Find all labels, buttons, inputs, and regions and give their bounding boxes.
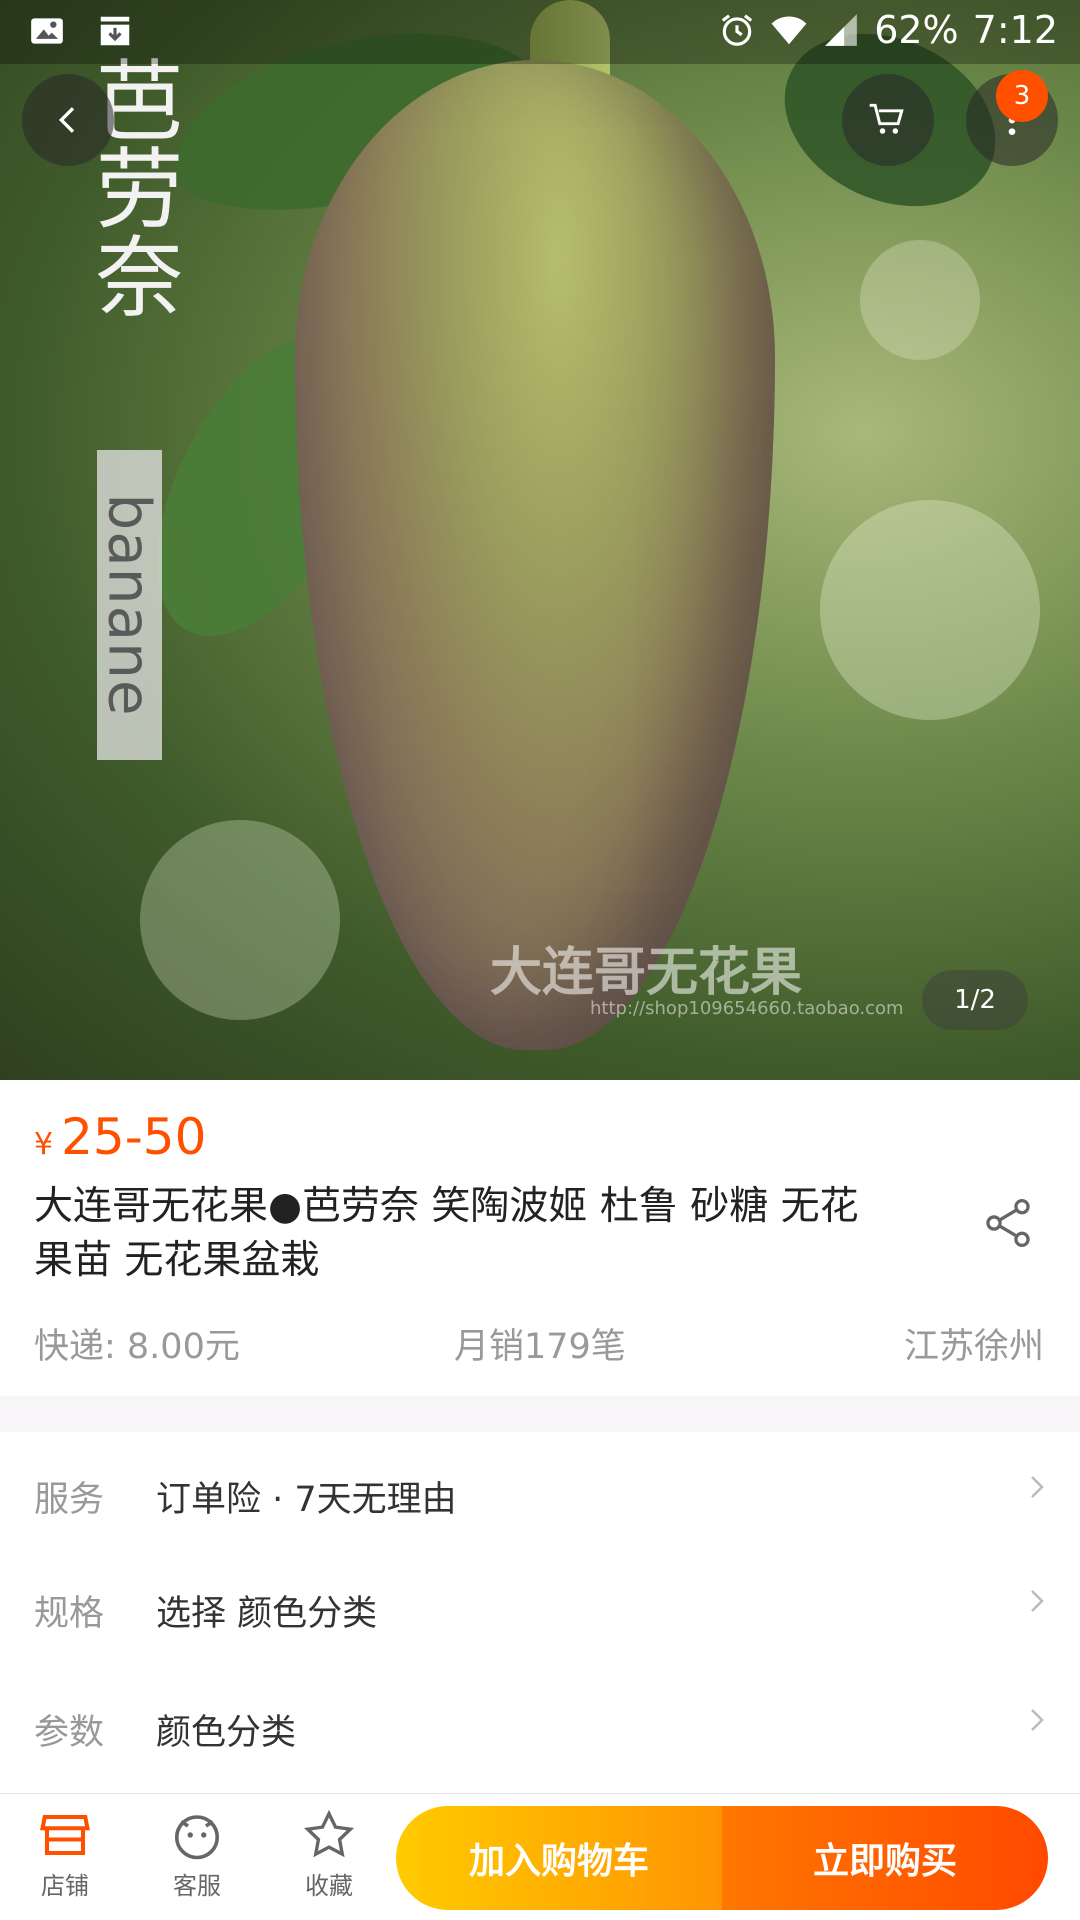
spec-value: 选择 颜色分类 [156, 1594, 378, 1634]
service-row[interactable]: 服务 订单险 · 7天无理由 [0, 1437, 1080, 1547]
buy-now-button[interactable]: 立即购买 [722, 1806, 1048, 1910]
cart-icon [869, 103, 904, 134]
product-meta: 快递: 8.00元 月销179笔 江苏徐州 [34, 1318, 1044, 1370]
cart-button[interactable] [842, 74, 934, 166]
params-row[interactable]: 参数 颜色分类 [0, 1670, 1080, 1780]
share-icon[interactable] [980, 1195, 1036, 1251]
spec-label: 规格 [34, 1594, 105, 1634]
customer-service-button[interactable]: 客服 [142, 1808, 252, 1908]
product-image-carousel[interactable]: 芭劳奈 banane 大连哥无花果 http://shop109654660.t… [0, 0, 1080, 1080]
chevron-right-icon [1031, 1590, 1044, 1612]
currency-symbol: ¥ [34, 1127, 54, 1162]
params-value: 颜色分类 [156, 1713, 297, 1753]
status-bar: 62% 7:12 [0, 0, 1080, 64]
favorite-button[interactable]: 收藏 [274, 1808, 384, 1908]
battery-level: 62% [874, 8, 959, 52]
notification-badge: 3 [996, 70, 1048, 122]
chat-face-icon [174, 1815, 220, 1860]
chevron-right-icon [1031, 1709, 1044, 1731]
product-title: 大连哥无花果●芭劳奈 笑陶波姬 杜鲁 砂糖 无花果苗 无花果盆栽 [34, 1184, 859, 1283]
monthly-sales: 月销179笔 [454, 1327, 626, 1367]
spec-row[interactable]: 规格 选择 颜色分类 [0, 1551, 1080, 1661]
price: ¥ 25-50 [34, 1108, 206, 1166]
price-value: 25-50 [61, 1108, 207, 1166]
back-button[interactable] [22, 74, 114, 166]
image-watermark-url: http://shop109654660.taobao.com [590, 998, 904, 1019]
signal-icon [825, 14, 858, 46]
image-icon [31, 18, 63, 44]
clock: 7:12 [972, 8, 1058, 52]
shop-label: 店铺 [41, 1872, 89, 1900]
chevron-left-icon [58, 107, 75, 133]
download-icon [100, 16, 130, 46]
product-detail-screen: 芭劳奈 banane 大连哥无花果 http://shop109654660.t… [0, 0, 1080, 1920]
image-watermark: 大连哥无花果 [490, 943, 803, 1003]
service-label: 服务 [34, 1480, 105, 1520]
service-label: 客服 [173, 1872, 221, 1900]
bottom-action-bar: 店铺 客服 收藏 加入购物车 立即购买 [0, 1793, 1080, 1920]
add-to-cart-button[interactable]: 加入购物车 [396, 1806, 722, 1910]
ship-from-location: 江苏徐州 [903, 1327, 1044, 1367]
alarm-icon [721, 14, 753, 46]
section-divider [0, 1396, 1080, 1432]
image-page-indicator: 1/2 [922, 970, 1028, 1030]
star-icon [303, 1809, 355, 1858]
chevron-right-icon [1031, 1476, 1044, 1498]
shipping-fee: 快递: 8.00元 [34, 1327, 240, 1367]
service-value: 订单险 · 7天无理由 [156, 1480, 457, 1520]
shop-button[interactable]: 店铺 [10, 1808, 120, 1908]
favorite-label: 收藏 [305, 1872, 353, 1900]
store-icon [40, 1814, 90, 1856]
wifi-icon [771, 16, 807, 45]
image-vertical-latin: banane [95, 493, 164, 717]
params-label: 参数 [34, 1713, 105, 1753]
fig-fruit-image [295, 60, 775, 1050]
